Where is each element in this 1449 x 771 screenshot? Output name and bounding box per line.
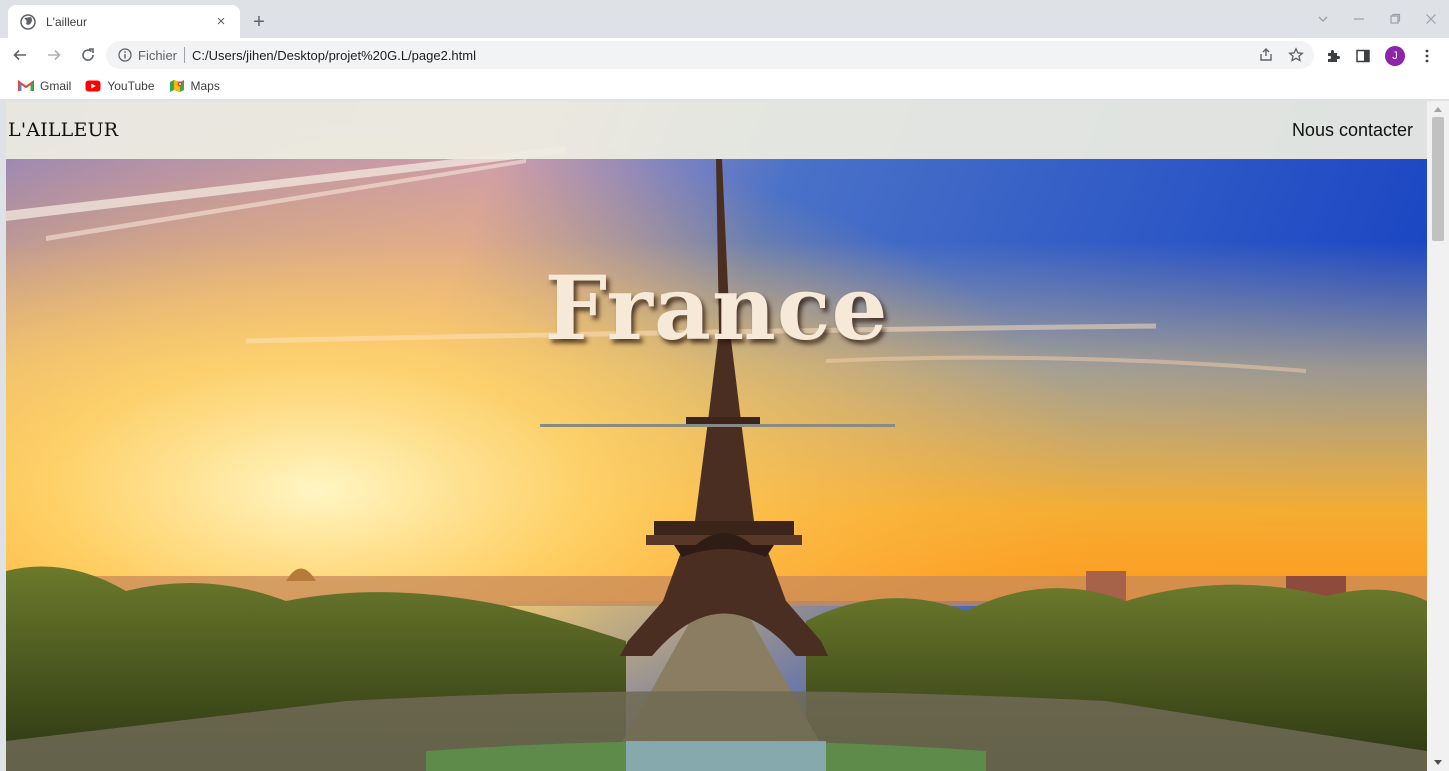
- window-controls: [1305, 0, 1449, 38]
- new-tab-button[interactable]: +: [247, 10, 271, 34]
- forward-arrow-icon: [48, 49, 61, 61]
- bookmark-youtube[interactable]: YouTube: [85, 78, 155, 93]
- address-bar[interactable]: Fichier C:/Users/jihen/Desktop/projet%20…: [106, 41, 1314, 69]
- page-viewport: L'AILLEUR Nous contacter France: [6, 101, 1427, 771]
- minimize-icon[interactable]: [1341, 0, 1377, 38]
- tab-search-icon[interactable]: [1305, 0, 1341, 38]
- address-scheme: Fichier: [138, 47, 178, 63]
- bookmark-label: YouTube: [107, 78, 155, 93]
- profile-avatar[interactable]: J: [1385, 46, 1405, 66]
- hero-divider: [540, 424, 895, 427]
- browser-tab[interactable]: L'ailleur ×: [8, 5, 240, 38]
- tab-close-icon[interactable]: ×: [212, 13, 230, 31]
- eiffel-tower-sunset-image: [6, 101, 1427, 771]
- toolbar-right: J: [1325, 46, 1435, 66]
- site-navbar: L'AILLEUR Nous contacter: [6, 101, 1427, 159]
- page-scrollbar[interactable]: [1427, 101, 1449, 771]
- reload-button[interactable]: [74, 41, 102, 69]
- bookmark-gmail[interactable]: Gmail: [18, 79, 71, 93]
- address-divider: [184, 47, 186, 63]
- maps-icon: [169, 79, 184, 92]
- omnibox-actions: [1258, 47, 1304, 63]
- back-arrow-icon: [13, 49, 26, 61]
- more-menu-icon[interactable]: [1419, 48, 1435, 64]
- side-panel-icon[interactable]: [1355, 48, 1371, 64]
- info-icon[interactable]: [118, 48, 132, 62]
- gmail-icon: [18, 79, 34, 91]
- browser-toolbar: Fichier C:/Users/jihen/Desktop/projet%20…: [0, 38, 1449, 72]
- star-bookmark-icon[interactable]: [1288, 47, 1304, 63]
- close-window-icon[interactable]: [1413, 0, 1449, 38]
- hero-image: [6, 101, 1427, 771]
- bookmarks-bar: Gmail YouTube Maps: [0, 72, 1449, 100]
- scroll-thumb[interactable]: [1432, 117, 1444, 241]
- hero-title: France: [544, 256, 889, 360]
- tab-title: L'ailleur: [46, 14, 87, 29]
- bookmark-label: Maps: [190, 78, 220, 93]
- share-icon[interactable]: [1258, 47, 1274, 63]
- site-logo[interactable]: L'AILLEUR: [8, 119, 118, 141]
- globe-icon: [20, 13, 36, 30]
- reload-icon: [82, 48, 94, 61]
- tab-strip: L'ailleur × +: [0, 0, 1449, 38]
- bookmark-label: Gmail: [40, 78, 72, 93]
- scroll-up-icon[interactable]: [1427, 101, 1449, 117]
- extensions-icon[interactable]: [1325, 48, 1341, 64]
- youtube-icon: [85, 80, 101, 91]
- scroll-down-icon[interactable]: [1427, 755, 1449, 771]
- address-url[interactable]: C:/Users/jihen/Desktop/projet%20G.L/page…: [192, 48, 476, 63]
- forward-button[interactable]: [40, 41, 68, 69]
- bookmark-maps[interactable]: Maps: [169, 79, 220, 93]
- contact-link[interactable]: Nous contacter: [1292, 120, 1413, 141]
- back-button[interactable]: [6, 41, 34, 69]
- restore-icon[interactable]: [1377, 0, 1413, 38]
